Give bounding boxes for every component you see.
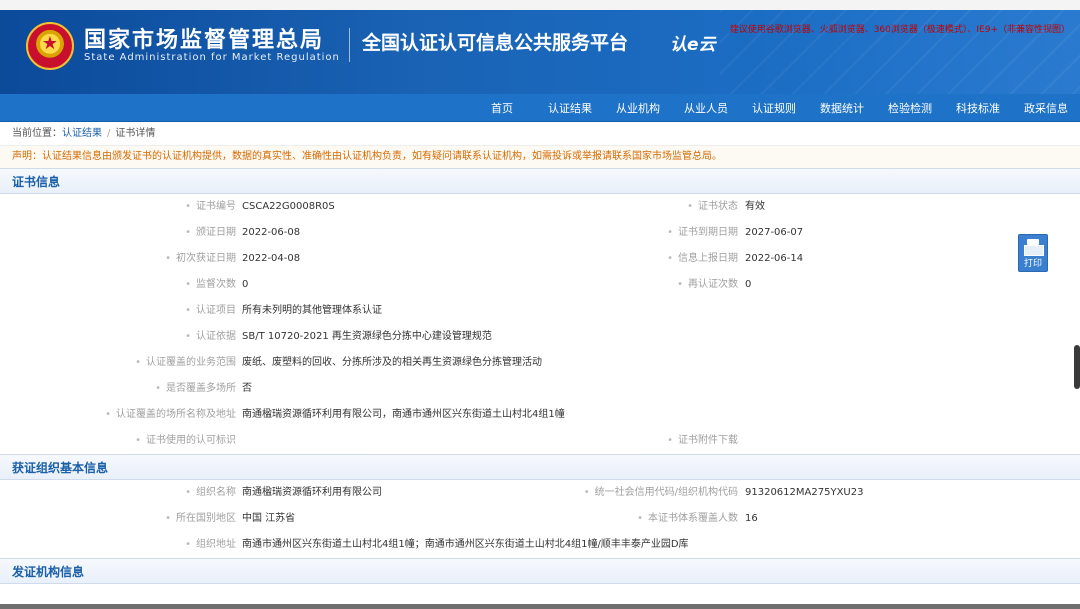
cert-project-value: 所有未列明的其他管理体系认证	[242, 305, 382, 316]
section-org-info: 获证组织基本信息	[0, 454, 1080, 480]
breadcrumb-cert-results[interactable]: 认证结果	[62, 128, 102, 139]
site-header: 建议使用谷歌浏览器、火狐浏览器、360浏览器（极速模式）、IE9+（非兼容性视图…	[0, 10, 1080, 94]
field-label: 认证项目	[196, 305, 236, 316]
field-label: 再认证次数	[688, 279, 738, 290]
field-label: 颁证日期	[196, 227, 236, 238]
row-region: • 所在国别地区 中国 江苏省 • 本证书体系覆盖人数 16	[0, 506, 1080, 532]
row-cert-number: • 证书编号 CSCA22G0008R0S • 证书状态 有效	[0, 194, 1080, 220]
nav-cert-results[interactable]: 认证结果	[536, 100, 604, 116]
printer-icon	[1024, 239, 1044, 256]
national-emblem-icon	[26, 22, 74, 70]
field-label: 所在国别地区	[176, 513, 236, 524]
print-label: 打印	[1023, 259, 1042, 269]
field-label: 统一社会信用代码/组织机构代码	[594, 487, 738, 498]
breadcrumb-separator: /	[107, 128, 111, 139]
breadcrumb-prefix: 当前位置：	[12, 128, 62, 139]
field-label: 认证覆盖的业务范围	[146, 357, 236, 368]
field-label: 证书到期日期	[678, 227, 738, 238]
row-issue-date: • 颁证日期 2022-06-08 • 证书到期日期 2027-06-07	[0, 220, 1080, 246]
row-first-cert-date: • 初次获证日期 2022-04-08 • 信息上报日期 2022-06-14	[0, 246, 1080, 272]
nav-practitioners[interactable]: 从业人员	[672, 100, 740, 116]
taskbar-strip	[0, 604, 1080, 609]
section-cert-info: 证书信息	[0, 168, 1080, 194]
field-label: 认证依据	[196, 331, 236, 342]
field-label: 信息上报日期	[678, 253, 738, 264]
expiry-date-value: 2027-06-07	[745, 227, 804, 238]
row-org-name: • 组织名称 南通楹瑞资源循环利用有限公司 • 统一社会信用代码/组织机构代码 91…	[0, 480, 1080, 506]
business-scope-value: 废纸、废塑料的回收、分拣所涉及的相关再生资源绿色分拣管理活动	[242, 357, 542, 368]
first-cert-date-value: 2022-04-08	[242, 253, 301, 264]
issue-date-value: 2022-06-08	[242, 227, 301, 238]
cert-number-value: CSCA22G0008R0S	[242, 201, 335, 212]
scrollbar-handle[interactable]	[1074, 345, 1080, 389]
field-label: 证书编号	[196, 201, 236, 212]
multi-site-value: 否	[242, 383, 252, 394]
field-label: 本证书体系覆盖人数	[648, 513, 738, 524]
browser-tip: 建议使用谷歌浏览器、火狐浏览器、360浏览器（极速模式）、IE9+（非兼容性视图…	[729, 25, 1070, 35]
header-divider	[349, 28, 350, 62]
breadcrumb: 当前位置：认证结果 / 证书详情	[0, 122, 1080, 146]
field-label: 组织名称	[196, 487, 236, 498]
agency-name-en: State Administration for Market Regulati…	[84, 52, 340, 63]
nav-cert-rules[interactable]: 认证规则	[740, 100, 808, 116]
field-label: 证书状态	[698, 201, 738, 212]
row-business-scope: • 认证覆盖的业务范围 废纸、废塑料的回收、分拣所涉及的相关再生资源绿色分拣管理活…	[0, 350, 1080, 376]
nav-home[interactable]: 首页	[468, 100, 536, 116]
cert-info-panel: • 证书编号 CSCA22G0008R0S • 证书状态 有效 • 颁证日期 2022…	[0, 194, 1080, 454]
section-issuer-info: 发证机构信息	[0, 558, 1080, 584]
main-nav: 首页 认证结果 从业机构 从业人员 认证规则 数据统计 检验检测 科技标准 政采…	[0, 94, 1080, 122]
field-label: 初次获证日期	[176, 253, 236, 264]
attachment-download-link[interactable]: 证书附件下载	[678, 435, 738, 446]
row-accreditation-mark: • 证书使用的认可标识 • 证书附件下载	[135, 435, 738, 446]
row-multi-site: • 是否覆盖多场所 否	[0, 376, 1080, 402]
org-name-value: 南通楹瑞资源循环利用有限公司	[242, 487, 382, 498]
disclaimer-notice: 声明：认证结果信息由颁发证书的认证机构提供，数据的真实性、准确性由认证机构负责，…	[0, 146, 1080, 168]
row-org-address: • 组织地址 南通市通州区兴东街道土山村北4组1幢；南通市通州区兴东街道土山村北4…	[0, 532, 1080, 558]
row-site-address: • 认证覆盖的场所名称及地址 南通楹瑞资源循环利用有限公司，南通市通州区兴东街道土…	[0, 402, 1080, 428]
headcount-value: 16	[745, 513, 758, 524]
nav-statistics[interactable]: 数据统计	[808, 100, 876, 116]
renecloud-logo: 认e云	[670, 35, 716, 55]
nav-inspection[interactable]: 检验检测	[876, 100, 944, 116]
nav-institutions[interactable]: 从业机构	[604, 100, 672, 116]
nav-standards[interactable]: 科技标准	[944, 100, 1012, 116]
credit-code-value: 91320612MA275YXU23	[745, 487, 864, 498]
agency-name-cn: 国家市场监督管理总局	[84, 28, 325, 53]
site-address-value: 南通楹瑞资源循环利用有限公司，南通市通州区兴东街道土山村北4组1幢	[242, 409, 565, 420]
top-strip	[0, 0, 1080, 10]
surveillance-count-value: 0	[242, 279, 249, 290]
cert-status-value: 有效	[745, 201, 765, 212]
print-button[interactable]: 打印	[1018, 234, 1048, 272]
recert-count-value: 0	[745, 279, 752, 290]
field-label: 组织地址	[196, 539, 236, 550]
nav-procurement[interactable]: 政采信息	[1012, 100, 1080, 116]
cert-basis-value: SB/T 10720-2021 再生资源绿色分拣中心建设管理规范	[242, 331, 492, 342]
field-label: 认证覆盖的场所名称及地址	[116, 409, 236, 420]
field-label: 是否覆盖多场所	[166, 383, 236, 394]
org-info-panel: • 组织名称 南通楹瑞资源循环利用有限公司 • 统一社会信用代码/组织机构代码 91…	[0, 480, 1080, 558]
field-label: 证书使用的认可标识	[146, 435, 236, 446]
platform-title: 全国认证认可信息公共服务平台	[362, 32, 629, 54]
org-address-value: 南通市通州区兴东街道土山村北4组1幢；南通市通州区兴东街道土山村北4组1幢/顺丰…	[242, 539, 689, 550]
row-cert-project: • 认证项目 所有未列明的其他管理体系认证	[0, 298, 1080, 324]
report-date-value: 2022-06-14	[745, 253, 804, 264]
region-value: 中国 江苏省	[242, 513, 296, 524]
row-surveillance-count: • 监督次数 0 • 再认证次数 0	[0, 272, 1080, 298]
row-cert-basis: • 认证依据 SB/T 10720-2021 再生资源绿色分拣中心建设管理规范	[0, 324, 1080, 350]
breadcrumb-cert-detail: 证书详情	[115, 128, 156, 139]
field-label: 监督次数	[196, 279, 236, 290]
